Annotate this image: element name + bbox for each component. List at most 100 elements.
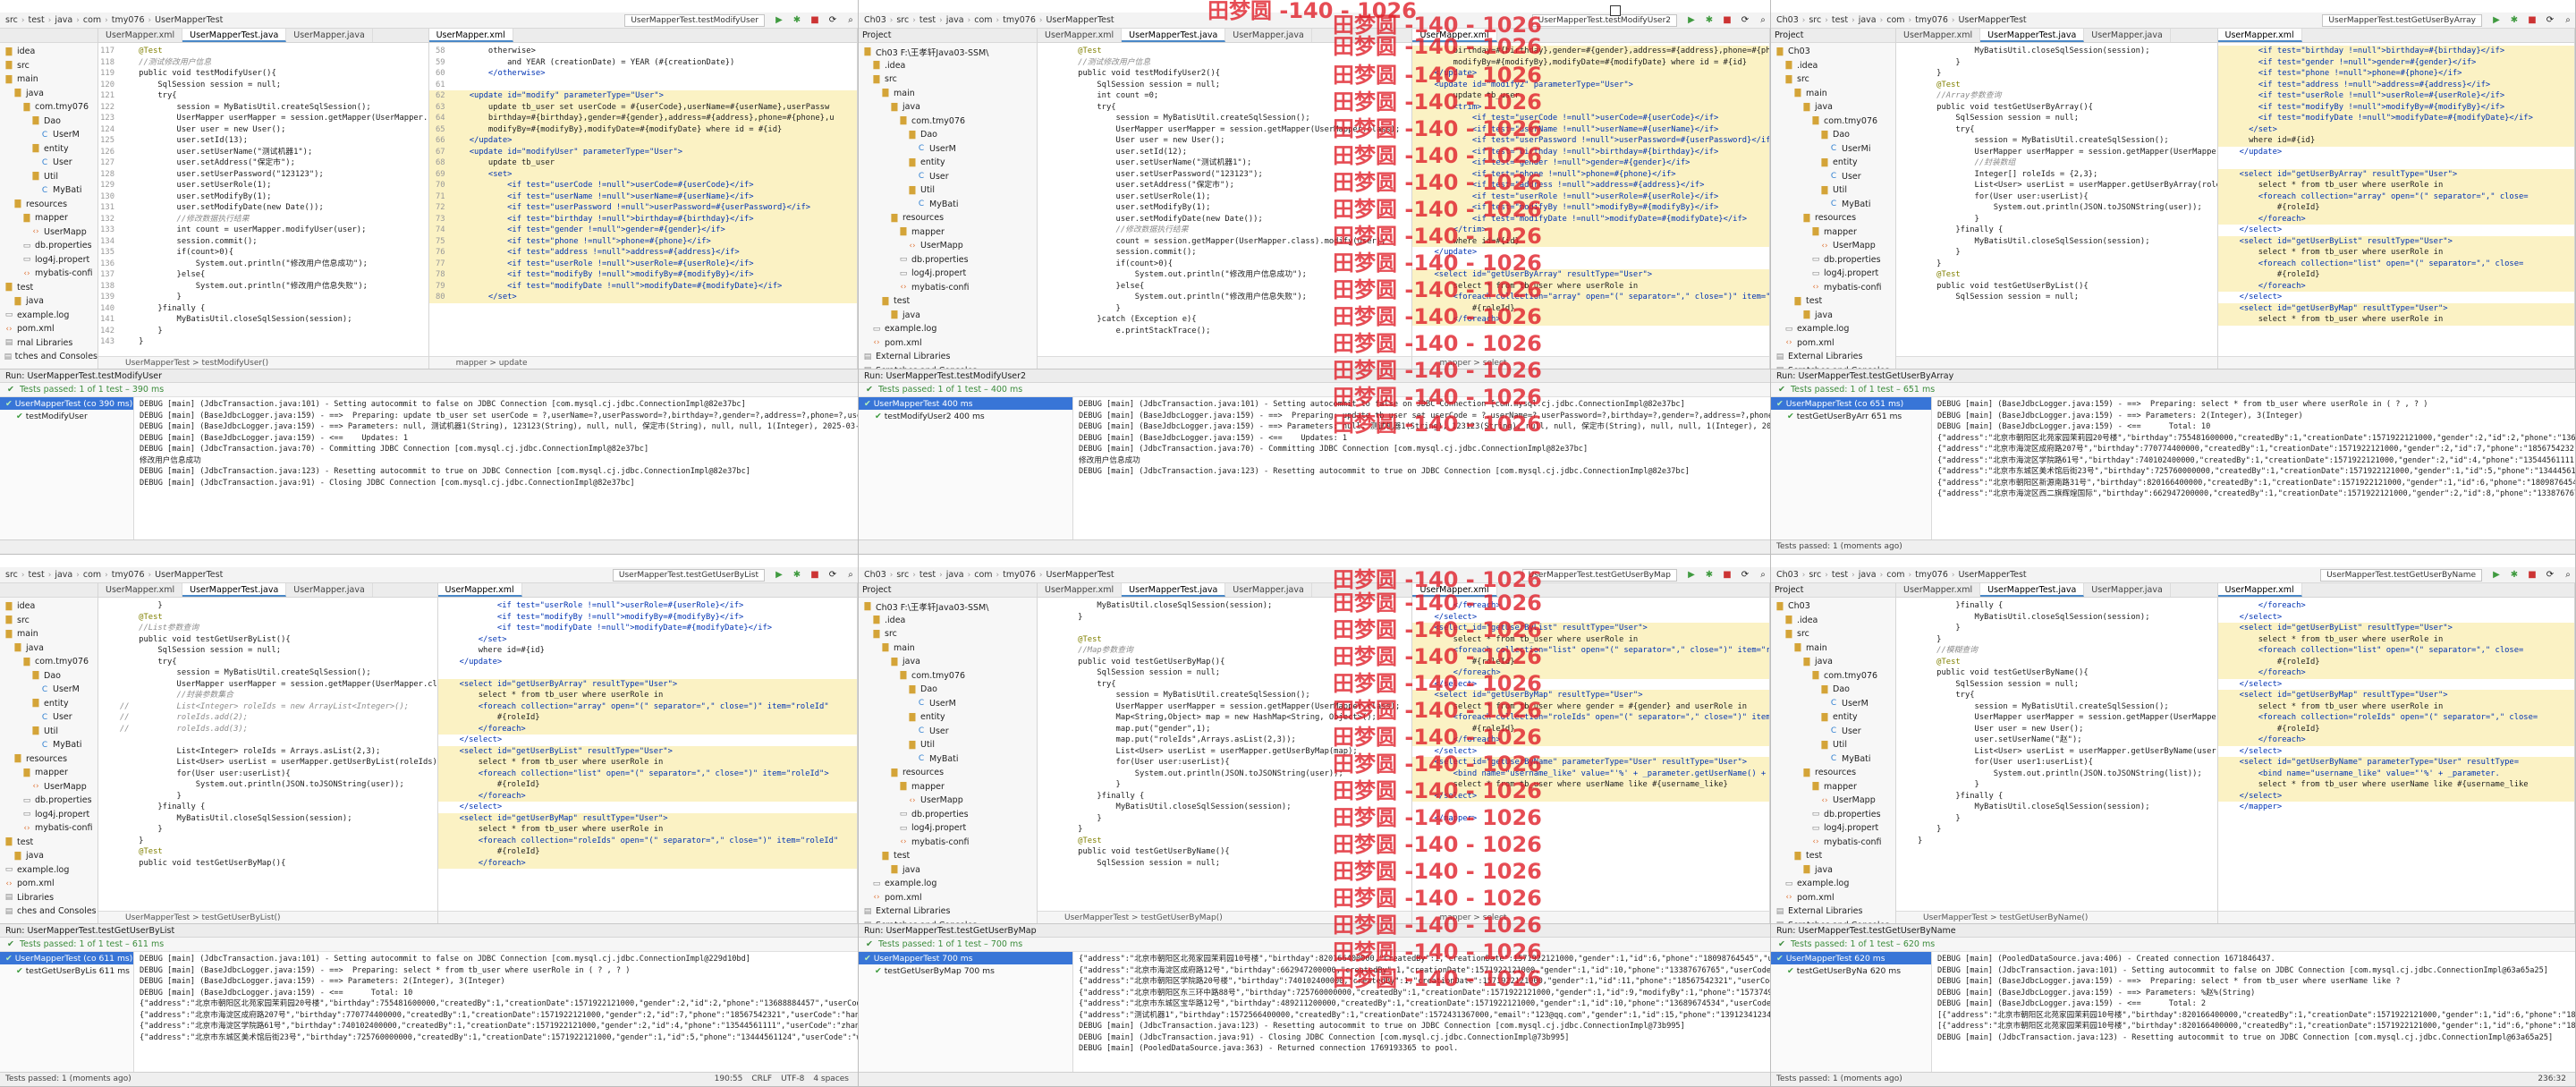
- project-tree-item[interactable]: ‹› pom.xml: [0, 322, 97, 336]
- stop-icon[interactable]: ■: [1722, 570, 1733, 581]
- console-output[interactable]: DEBUG [main] (JdbcTransaction.java:101) …: [136, 397, 858, 539]
- project-tree-item[interactable]: ▇ resources: [0, 198, 97, 212]
- editor-tab[interactable]: UserMapper.xml: [1038, 29, 1123, 42]
- test-result-item[interactable]: ✔ UserMapperTest (co 651 ms): [1771, 397, 1931, 410]
- project-tree-item[interactable]: ▇ .idea: [859, 614, 1037, 628]
- project-tree-item[interactable]: ▤ rnal Libraries: [0, 336, 97, 351]
- project-tree-item[interactable]: ▇ src: [0, 59, 97, 73]
- project-tree-item[interactable]: ‹› UserMapp: [1771, 794, 1895, 808]
- project-tree-item[interactable]: ▇ idea: [0, 599, 97, 614]
- project-tree-item[interactable]: ‹› UserMapp: [0, 225, 97, 240]
- project-tree-item[interactable]: ‹› UserMapp: [0, 780, 97, 794]
- breadcrumb-item[interactable]: UserMapperTest: [155, 570, 223, 580]
- console-output[interactable]: DEBUG [main] (JdbcTransaction.java:101) …: [1075, 397, 1770, 539]
- project-tree-item[interactable]: ▇ java: [859, 655, 1037, 669]
- project-tree-item[interactable]: C User: [1771, 725, 1895, 739]
- breadcrumb-item[interactable]: tmy076: [112, 15, 145, 25]
- test-result-item[interactable]: ✔ UserMapperTest 400 ms: [859, 397, 1072, 410]
- project-tree-item[interactable]: ▇ java: [859, 100, 1037, 115]
- project-tree-item[interactable]: ▇ com.tmy076: [859, 115, 1037, 129]
- breadcrumb-item[interactable]: tmy076: [1915, 15, 1948, 25]
- project-tree-item[interactable]: ▭ db.properties: [859, 808, 1037, 822]
- project-tree-item[interactable]: ▭ log4j.propert: [1771, 267, 1895, 281]
- project-tree-item[interactable]: ‹› mybatis-confi: [1771, 281, 1895, 295]
- breadcrumb-item[interactable]: UserMapperTest: [1958, 570, 2026, 580]
- right-code-view[interactable]: 58 otherwise> 59 and YEAR (creationDate) …: [428, 43, 857, 303]
- breadcrumb-item[interactable]: com: [83, 570, 101, 580]
- rerun-icon[interactable]: ⟳: [2545, 570, 2555, 581]
- project-tree-item[interactable]: ▇ src: [859, 627, 1037, 641]
- project-tree-item[interactable]: ▭ db.properties: [1771, 808, 1895, 822]
- run-configuration-select[interactable]: UserMapperTest.testModifyUser: [624, 13, 765, 27]
- project-tree-item[interactable]: ‹› mybatis-confi: [0, 821, 97, 836]
- project-tree-item[interactable]: ▇ java: [1771, 100, 1895, 115]
- editor-tab[interactable]: UserMapperTest.java: [1122, 583, 1226, 597]
- right-code-view[interactable]: </foreach> </select> <select id="getUserBy…: [2217, 598, 2574, 813]
- project-tree-item[interactable]: ▇ Dao: [859, 128, 1037, 142]
- breadcrumb-item[interactable]: src: [5, 570, 18, 580]
- rerun-icon[interactable]: ⟳: [827, 15, 838, 26]
- editor-tab[interactable]: UserMapper.java: [286, 583, 373, 597]
- breadcrumb-item[interactable]: test: [919, 15, 936, 25]
- project-tree-item[interactable]: C MyBati: [0, 738, 97, 752]
- project-tree-item[interactable]: ▭ example.log: [0, 863, 97, 878]
- project-tree-item[interactable]: ▇ entity: [0, 697, 97, 711]
- right-code-view[interactable]: </foreach> </select> <select id="getUserBy…: [1412, 598, 1769, 824]
- project-tree-item[interactable]: ‹› mybatis-confi: [859, 281, 1037, 295]
- project-tree-item[interactable]: C User: [1771, 170, 1895, 184]
- project-tree-item[interactable]: ▇ mapper: [0, 211, 97, 225]
- breadcrumb-item[interactable]: Ch03: [864, 570, 886, 580]
- debug-icon[interactable]: ✱: [2509, 15, 2520, 26]
- project-tree-item[interactable]: ▭ example.log: [859, 877, 1037, 891]
- console-output[interactable]: DEBUG [main] (PooledDataSource.java:406)…: [1934, 952, 2575, 1072]
- editor-tab[interactable]: UserMapper.java: [1225, 29, 1312, 42]
- project-tree-item[interactable]: ▇ Dao: [859, 683, 1037, 697]
- project-tree-item[interactable]: ▇ Ch03 F:\王孝轩Java03-SSM\: [859, 599, 1037, 614]
- editor-tab[interactable]: UserMapper.xml: [1412, 29, 1497, 42]
- test-result-item[interactable]: ✔ UserMapperTest (co 611 ms): [0, 952, 133, 964]
- breadcrumb-item[interactable]: UserMapperTest: [1958, 15, 2026, 25]
- project-tree-item[interactable]: ▇ mapper: [859, 780, 1037, 794]
- project-tree-item[interactable]: C MyBati: [0, 183, 97, 198]
- project-tree-item[interactable]: ▇ resources: [859, 766, 1037, 780]
- stop-icon[interactable]: ■: [2527, 15, 2538, 26]
- breadcrumb-item[interactable]: UserMapperTest: [1046, 15, 1114, 25]
- project-tree-item[interactable]: ▇ mapper: [859, 225, 1037, 240]
- breadcrumb-item[interactable]: Ch03: [1776, 15, 1799, 25]
- project-tree-item[interactable]: ▇ com.tmy076: [1771, 115, 1895, 129]
- test-result-item[interactable]: ✔ testGetUserByArr 651 ms: [1771, 410, 1931, 422]
- breadcrumb-item[interactable]: com: [974, 570, 992, 580]
- project-tree-item[interactable]: ‹› mybatis-confi: [0, 267, 97, 281]
- run-icon[interactable]: ▶: [1686, 570, 1697, 581]
- breadcrumb-item[interactable]: UserMapperTest: [155, 15, 223, 25]
- project-tree-item[interactable]: ▤ tches and Consoles: [0, 350, 97, 364]
- debug-icon[interactable]: ✱: [2509, 570, 2520, 581]
- project-tree-item[interactable]: ▇ main: [0, 627, 97, 641]
- project-tree-item[interactable]: ▇ Util: [0, 725, 97, 739]
- project-tree-item[interactable]: ▭ log4j.propert: [0, 808, 97, 822]
- breadcrumb-item[interactable]: src: [5, 15, 18, 25]
- left-code-view[interactable]: } @Test //List参数查询 public void testGetUs…: [98, 598, 437, 869]
- project-tree-item[interactable]: ▇ test: [859, 294, 1037, 309]
- project-tree-item[interactable]: ▇ com.tmy076: [0, 655, 97, 669]
- stop-icon[interactable]: ■: [809, 15, 820, 26]
- project-tree-item[interactable]: ▇ mapper: [1771, 225, 1895, 240]
- rerun-icon[interactable]: ⟳: [2545, 15, 2555, 26]
- project-tree-item[interactable]: ▇ main: [0, 72, 97, 87]
- project-tree-item[interactable]: ▇ main: [1771, 641, 1895, 656]
- project-tree-item[interactable]: C UserM: [1771, 697, 1895, 711]
- project-tree-item[interactable]: C MyBati: [859, 752, 1037, 767]
- search-icon[interactable]: ⌕: [1758, 15, 1768, 26]
- breadcrumb-item[interactable]: tmy076: [1915, 570, 1948, 580]
- project-tree-item[interactable]: ▇ java: [859, 309, 1037, 323]
- project-tree-item[interactable]: ▇ src: [859, 72, 1037, 87]
- project-tree-item[interactable]: ▤ Libraries: [0, 891, 97, 905]
- breadcrumb-item[interactable]: test: [919, 570, 936, 580]
- project-tree-item[interactable]: C MyBati: [1771, 752, 1895, 767]
- breadcrumb-item[interactable]: test: [1832, 15, 1848, 25]
- breadcrumb-item[interactable]: java: [55, 15, 72, 25]
- project-tree-item[interactable]: ▇ Ch03 F:\王孝轩Java03-SSM\: [859, 45, 1037, 59]
- run-icon[interactable]: ▶: [774, 15, 784, 26]
- project-tree-item[interactable]: ▇ src: [1771, 627, 1895, 641]
- project-tree-item[interactable]: ▇ .idea: [1771, 614, 1895, 628]
